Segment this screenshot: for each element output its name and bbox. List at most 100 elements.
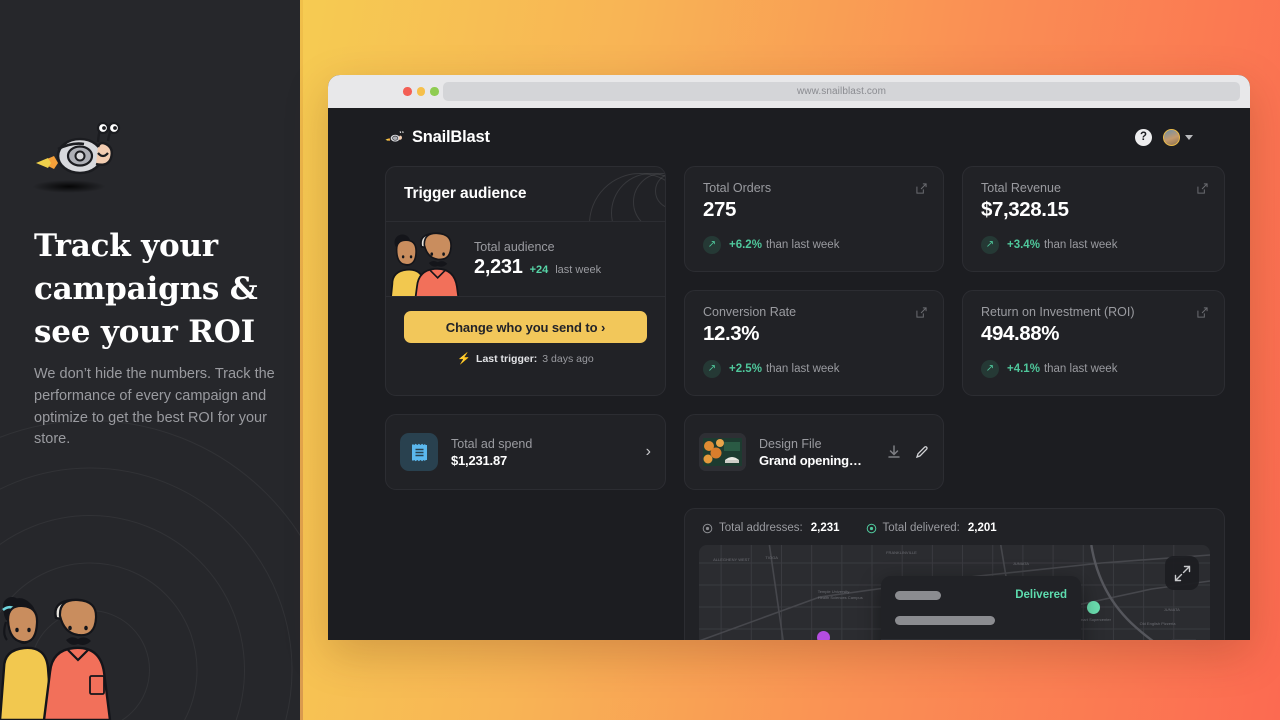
stat-trend: ↗ +4.1% than last week bbox=[981, 360, 1206, 378]
people-illustration bbox=[0, 597, 112, 720]
last-trigger-row: ⚡ Last trigger: 3 days ago bbox=[404, 353, 647, 365]
expand-icon bbox=[1174, 565, 1190, 581]
ad-spend-card[interactable]: Total ad spend $1,231.87 › bbox=[385, 414, 666, 490]
svg-text:FRANKLINVILLE: FRANKLINVILLE bbox=[886, 550, 917, 555]
change-audience-button[interactable]: Change who you send to › bbox=[404, 311, 647, 343]
stat-value: 494.88% bbox=[981, 322, 1060, 345]
stat-trend: ↗ +3.4% than last week bbox=[981, 236, 1206, 254]
traffic-lights bbox=[403, 87, 439, 96]
accent-divider bbox=[300, 0, 303, 720]
svg-text:JUNIATA: JUNIATA bbox=[1164, 607, 1180, 612]
delivery-popup-bottom: Total Revenue: $342.34 🥳 bbox=[881, 639, 1081, 640]
user-menu[interactable] bbox=[1163, 128, 1193, 146]
trend-up-icon: ↗ bbox=[703, 236, 721, 254]
topbar-actions: ? bbox=[1135, 128, 1193, 146]
map-stat-value: 2,201 bbox=[967, 522, 997, 534]
rocket-snail-logo-icon bbox=[385, 130, 405, 142]
svg-text:JUNIATA: JUNIATA bbox=[1013, 561, 1029, 566]
map-stat-label: Total delivered: bbox=[882, 522, 960, 534]
last-trigger-value: 3 days ago bbox=[542, 353, 594, 365]
stat-card-roi: Return on Investment (ROI) 494.88% ↗ +4.… bbox=[962, 290, 1225, 396]
design-file-label: Design File bbox=[759, 436, 822, 451]
dashboard-grid: Trigger audience Total audience 2,231 +2… bbox=[348, 166, 1230, 640]
brand-name: SnailBlast bbox=[412, 127, 490, 146]
external-link-icon[interactable] bbox=[916, 307, 927, 318]
total-audience-row: Total audience 2,231 +24 last week bbox=[386, 222, 665, 297]
marker-purple-1[interactable] bbox=[816, 630, 830, 640]
audience-illustration bbox=[386, 222, 462, 296]
stat-value: 12.3% bbox=[703, 322, 760, 345]
total-audience-value: 2,231 bbox=[474, 255, 523, 278]
external-link-icon[interactable] bbox=[1197, 183, 1208, 194]
chevron-right-icon[interactable]: › bbox=[646, 443, 651, 461]
trend-suffix: than last week bbox=[765, 363, 840, 375]
redacted-address-bar bbox=[895, 616, 995, 625]
app-topbar: SnailBlast ? bbox=[348, 108, 1230, 166]
lightning-bolt-icon: ⚡ bbox=[457, 352, 472, 365]
receipt-icon bbox=[400, 433, 438, 471]
maximize-window-button[interactable] bbox=[430, 87, 439, 96]
avatar bbox=[1163, 128, 1180, 146]
stat-trend: ↗ +6.2% than last week bbox=[703, 236, 925, 254]
external-link-icon[interactable] bbox=[1197, 307, 1208, 318]
ad-spend-info: Total ad spend $1,231.87 bbox=[451, 437, 532, 468]
redacted-name-bar bbox=[895, 590, 941, 600]
map-pin-icon bbox=[702, 523, 713, 533]
delivery-popup-top: Delivered bbox=[881, 576, 1081, 639]
chevron-down-icon bbox=[1185, 134, 1193, 140]
stat-label: Total Revenue bbox=[981, 181, 1061, 195]
design-file-card: Design File Grand opening… bbox=[684, 414, 944, 490]
svg-text:TIOGA: TIOGA bbox=[765, 555, 778, 560]
app-screenshot: Track your campaigns & see your ROI We d… bbox=[0, 0, 1280, 720]
svg-text:Health Sciences Campus: Health Sciences Campus bbox=[818, 595, 863, 600]
brand-logo[interactable]: SnailBlast bbox=[385, 128, 490, 147]
external-link-icon[interactable] bbox=[916, 183, 927, 194]
trigger-cta-zone: Change who you send to › ⚡ Last trigger:… bbox=[386, 297, 665, 365]
map-pin-icon bbox=[866, 523, 876, 533]
download-icon[interactable] bbox=[887, 445, 901, 459]
svg-text:Temple University: Temple University bbox=[818, 589, 850, 594]
minimize-window-button[interactable] bbox=[416, 87, 425, 96]
stat-card-total-revenue: Total Revenue $7,328.15 ↗ +3.4% than las… bbox=[962, 166, 1225, 272]
trend-up-icon: ↗ bbox=[703, 360, 721, 378]
trend-up-icon: ↗ bbox=[981, 360, 999, 378]
rocket-snail-logo-icon bbox=[36, 122, 121, 175]
delivery-status-badge: Delivered bbox=[1015, 589, 1067, 601]
delivery-map-card: Total addresses: 2,231 Total delivered: … bbox=[684, 508, 1225, 640]
total-audience-delta: +24 bbox=[529, 263, 549, 276]
stat-trend: ↗ +2.5% than last week bbox=[703, 360, 925, 378]
stat-value: $7,328.15 bbox=[981, 198, 1069, 221]
ad-spend-label: Total ad spend bbox=[451, 436, 533, 451]
flyer-thumbnail-icon bbox=[699, 433, 746, 471]
svg-text:ALLEGHENY WEST: ALLEGHENY WEST bbox=[713, 557, 750, 562]
design-file-info: Design File Grand opening… bbox=[759, 437, 862, 468]
delivery-popup: Delivered Total Revenue: $342.34 🥳 bbox=[881, 576, 1081, 640]
stat-label: Return on Investment (ROI) bbox=[981, 305, 1135, 319]
pencil-icon[interactable] bbox=[915, 445, 929, 459]
trend-suffix: than last week bbox=[765, 239, 840, 251]
browser-chrome: www.snailblast.com bbox=[328, 75, 1250, 108]
map-stat-delivered: Total delivered: 2,201 bbox=[866, 522, 997, 534]
trend-suffix: than last week bbox=[1043, 239, 1118, 251]
trend-suffix: than last week bbox=[1043, 363, 1118, 375]
trend-up-icon: ↗ bbox=[981, 236, 999, 254]
stat-label: Total Orders bbox=[703, 181, 772, 195]
trend-percent: +2.5% bbox=[729, 363, 762, 375]
map-view[interactable]: ALLEGHENY WEST TIOGA FRANKLINVILLE JUNIA… bbox=[699, 545, 1210, 640]
svg-text:Old English Pizzeria: Old English Pizzeria bbox=[1140, 621, 1177, 626]
trigger-audience-title: Trigger audience bbox=[404, 185, 527, 202]
trend-percent: +4.1% bbox=[1007, 363, 1040, 375]
help-icon[interactable]: ? bbox=[1135, 128, 1152, 146]
app-body: SnailBlast ? Trigger audience Total audi… bbox=[328, 108, 1250, 640]
url-bar[interactable]: www.snailblast.com bbox=[443, 82, 1240, 101]
browser-window: www.snailblast.com SnailBlast ? Trigger … bbox=[328, 75, 1250, 640]
trigger-audience-card: Trigger audience Total audience 2,231 +2… bbox=[385, 166, 666, 396]
map-stat-value: 2,231 bbox=[810, 522, 840, 534]
promo-panel: Track your campaigns & see your ROI We d… bbox=[0, 0, 303, 720]
expand-map-button[interactable] bbox=[1165, 556, 1199, 590]
close-window-button[interactable] bbox=[403, 87, 412, 96]
stat-label: Conversion Rate bbox=[703, 305, 797, 319]
decorative-arcs bbox=[589, 173, 665, 221]
last-trigger-label: Last trigger: bbox=[476, 353, 538, 365]
total-audience-info: Total audience 2,231 +24 last week bbox=[462, 240, 601, 279]
